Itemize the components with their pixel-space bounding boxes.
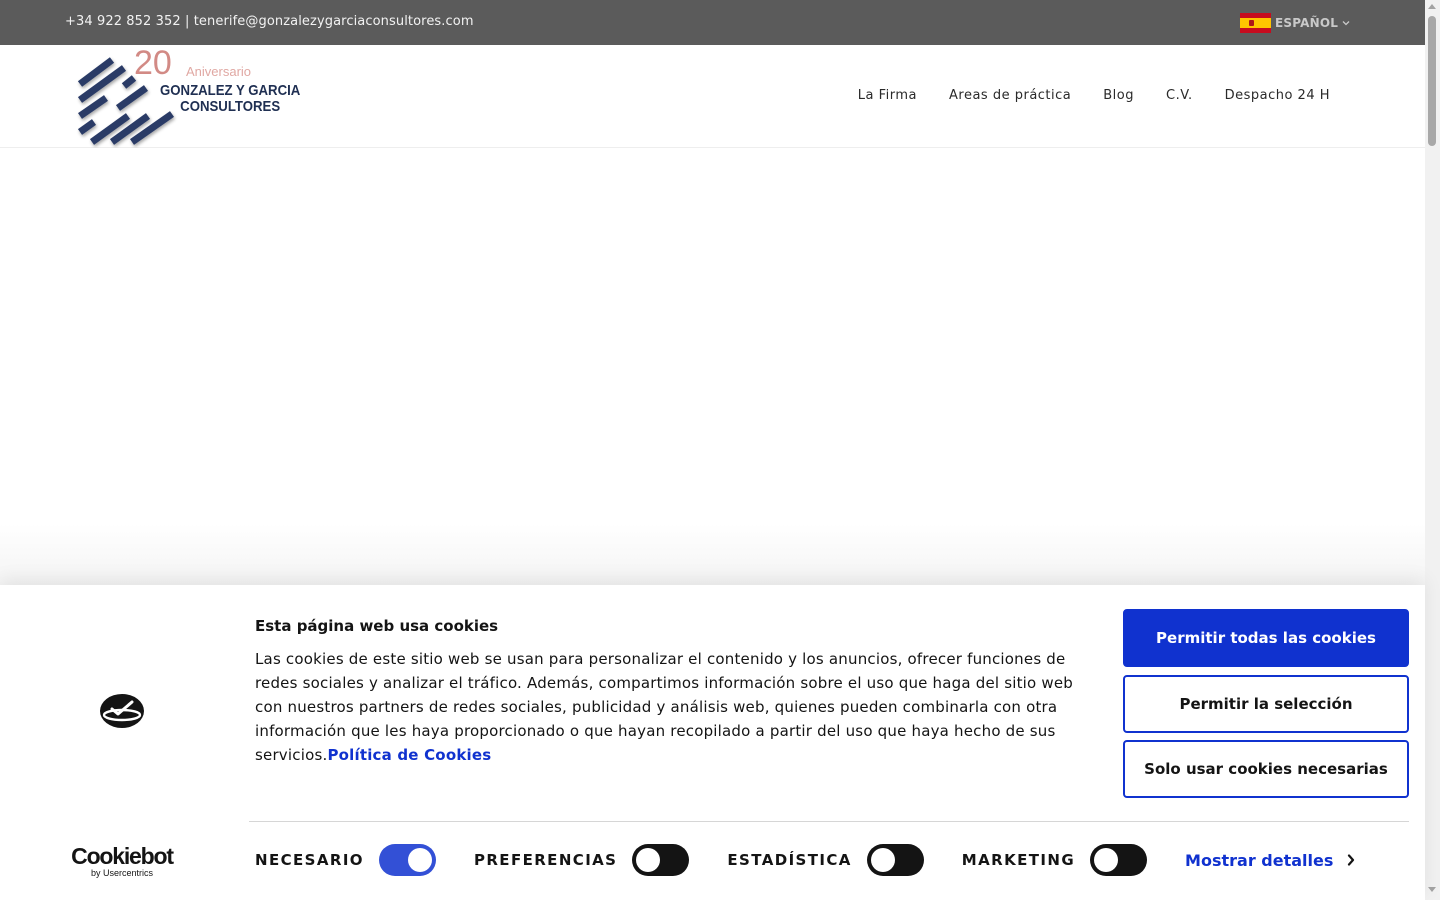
nav-item-cv[interactable]: C.V.: [1166, 88, 1193, 103]
toggle-label-necesario: NECESARIO: [255, 851, 364, 869]
cookie-banner: Cookiebot by Usercentrics Esta página we…: [0, 585, 1425, 900]
cookie-title: Esta página web usa cookies: [255, 617, 499, 635]
logo-anniversary-number: 20: [134, 44, 172, 82]
cookie-divider: [249, 821, 1409, 822]
language-label: ESPAÑOL: [1275, 16, 1339, 30]
cookie-description: Las cookies de este sitio web se usan pa…: [255, 650, 1074, 764]
nav-item-areas-de-practica[interactable]: Areas de práctica: [949, 88, 1071, 103]
scroll-down-arrow-icon[interactable]: [1428, 887, 1436, 892]
cookiebot-icon: [100, 694, 144, 728]
nav-item-la-firma[interactable]: La Firma: [858, 88, 917, 103]
allow-all-cookies-button[interactable]: Permitir todas las cookies: [1123, 609, 1409, 667]
contact-info: +34 922 852 352 | tenerife@gonzalezygarc…: [65, 14, 474, 29]
scroll-up-arrow-icon[interactable]: [1428, 4, 1436, 9]
allow-selection-button[interactable]: Permitir la selección: [1123, 675, 1409, 733]
show-details-label: Mostrar detalles: [1185, 850, 1334, 870]
estadistica-switch[interactable]: [866, 844, 924, 876]
scrollbar-thumb[interactable]: [1428, 16, 1436, 146]
necesario-switch[interactable]: [378, 844, 436, 876]
toggle-label-estadistica: ESTADÍSTICA: [727, 851, 852, 869]
spain-flag-icon: [1240, 13, 1271, 33]
toggle-label-preferencias: PREFERENCIAS: [473, 851, 618, 869]
top-bar: +34 922 852 352 | tenerife@gonzalezygarc…: [0, 0, 1425, 45]
logo-company-name: GONZALEZ Y GARCIA CONSULTORES: [160, 82, 301, 115]
main-nav: La Firma Areas de práctica Blog C.V. Des…: [858, 88, 1330, 103]
page-scrollbar[interactable]: [1425, 0, 1440, 900]
cookie-category-toggles: NECESARIO PREFERENCIAS ESTADÍSTICA MARKE…: [255, 843, 1355, 877]
toggle-marketing: MARKETING: [961, 844, 1148, 876]
chevron-right-icon: [1347, 854, 1355, 866]
preferencias-switch[interactable]: [632, 844, 690, 876]
site-logo[interactable]: 20 Aniversario GONZALEZ Y GARCIA CONSULT…: [72, 46, 312, 146]
toggle-necesario: NECESARIO: [255, 844, 436, 876]
cookiebot-logo[interactable]: Cookiebot by Usercentrics: [70, 844, 174, 878]
site-header: 20 Aniversario GONZALEZ Y GARCIA CONSULT…: [0, 45, 1425, 148]
show-details-link[interactable]: Mostrar detalles: [1185, 851, 1355, 870]
cookiebot-brand: Cookiebot: [71, 843, 174, 869]
cookiebot-brand-sub: by Usercentrics: [90, 868, 153, 878]
toggle-estadistica: ESTADÍSTICA: [727, 844, 924, 876]
toggle-preferencias: PREFERENCIAS: [473, 844, 690, 876]
nav-item-blog[interactable]: Blog: [1103, 88, 1134, 103]
logo-anniversary-label: Aniversario: [186, 64, 252, 79]
language-selector[interactable]: ESPAÑOL: [1240, 12, 1350, 34]
chevron-down-icon: [1342, 20, 1350, 26]
nav-item-despacho-24h[interactable]: Despacho 24 H: [1225, 88, 1330, 103]
necessary-only-button[interactable]: Solo usar cookies necesarias: [1123, 740, 1409, 798]
marketing-switch[interactable]: [1090, 844, 1148, 876]
cookie-policy-link[interactable]: Política de Cookies: [327, 746, 491, 764]
hero-area: [0, 148, 1425, 585]
toggle-label-marketing: MARKETING: [961, 851, 1076, 869]
